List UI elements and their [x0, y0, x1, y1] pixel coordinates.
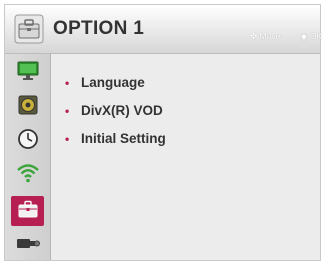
- sidebar-item-audio[interactable]: [11, 92, 44, 122]
- category-sidebar: [5, 54, 51, 260]
- menu-item-label: Initial Setting: [81, 131, 166, 146]
- camera-input-icon: [16, 235, 40, 256]
- menu-header: OPTION 1 ✥ Move ◉ OK: [5, 5, 322, 54]
- ok-hint: ◉ OK: [300, 31, 322, 42]
- sidebar-item-picture[interactable]: [11, 58, 44, 88]
- bullet-icon: •: [65, 76, 70, 90]
- bullet-icon: •: [65, 104, 70, 118]
- sidebar-item-option[interactable]: [11, 196, 44, 226]
- ok-button-icon: ◉: [300, 31, 308, 41]
- menu-item-label: DivX(R) VOD: [81, 103, 163, 118]
- option-menu-panel: OPTION 1 ✥ Move ◉ OK • Language • DivX(R…: [4, 4, 322, 261]
- sidebar-item-input[interactable]: [11, 230, 44, 260]
- sidebar-item-network[interactable]: [11, 160, 44, 190]
- page-title: OPTION 1: [53, 18, 145, 39]
- speaker-icon: [17, 94, 39, 121]
- monitor-icon: [17, 61, 39, 86]
- menu-content: • Language • DivX(R) VOD • Initial Setti…: [51, 54, 320, 260]
- sidebar-item-time[interactable]: [11, 126, 44, 156]
- wifi-icon: [16, 162, 40, 189]
- toolbox-icon: [14, 14, 44, 44]
- option-menu-list: • Language • DivX(R) VOD • Initial Setti…: [65, 72, 166, 156]
- menu-item-language[interactable]: • Language: [65, 72, 166, 100]
- clock-icon: [17, 128, 39, 155]
- menu-item-initial-setting[interactable]: • Initial Setting: [65, 128, 166, 156]
- ok-hint-label: OK: [309, 31, 323, 41]
- menu-item-label: Language: [81, 75, 145, 90]
- move-arrows-icon: ✥: [250, 31, 258, 41]
- move-hint-label: Move: [259, 31, 281, 41]
- move-hint: ✥ Move: [250, 31, 280, 42]
- toolbox-icon: [17, 200, 39, 223]
- menu-item-divx-vod[interactable]: • DivX(R) VOD: [65, 100, 166, 128]
- bullet-icon: •: [65, 132, 70, 146]
